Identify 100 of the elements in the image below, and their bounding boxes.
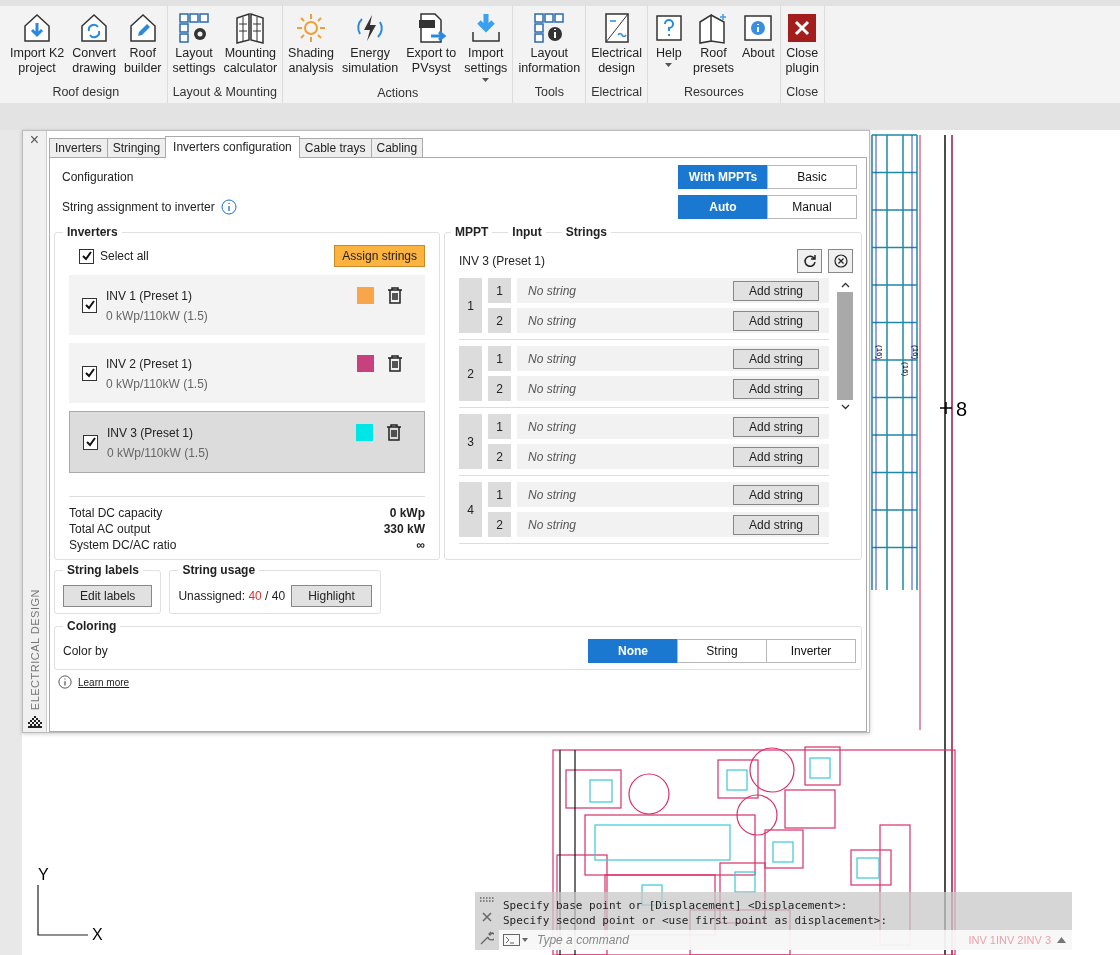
- input-number: 2: [488, 512, 511, 537]
- setting-label: String assignment to inverter: [62, 200, 215, 214]
- tab[interactable]: Cable trays: [298, 138, 372, 157]
- group-title: String labels: [63, 563, 144, 577]
- ribbon-button[interactable]: Mounting calculator: [220, 10, 281, 83]
- sun-icon: [295, 12, 328, 44]
- inverter-card[interactable]: INV 1 (Preset 1) 0 kWp/110kW (1.5): [69, 275, 425, 335]
- string-value: No string: [528, 283, 577, 298]
- axis-label: X: [92, 926, 103, 943]
- close-icon: [786, 12, 819, 44]
- unassigned-count: Unassigned: 40 / 40: [178, 589, 286, 603]
- input-number: 2: [488, 376, 511, 401]
- ribbon-button[interactable]: About: [738, 10, 778, 83]
- ribbon-button[interactable]: Shading analysis: [285, 10, 337, 84]
- wrench-icon[interactable]: [480, 931, 494, 946]
- total-label: Total DC capacity: [69, 505, 163, 521]
- column-header: MPPT: [451, 225, 493, 239]
- tab[interactable]: Cabling: [370, 138, 424, 157]
- color-swatch[interactable]: [357, 287, 374, 304]
- add-string-button[interactable]: Add string: [732, 416, 819, 437]
- inverter-card[interactable]: INV 3 (Preset 1) 0 kWp/110kW (1.5): [69, 411, 425, 473]
- chevron-up-icon[interactable]: [840, 282, 850, 288]
- ribbon-button[interactable]: Layout settings: [169, 10, 219, 83]
- close-icon[interactable]: [482, 912, 492, 922]
- grid-info-icon: [533, 12, 566, 44]
- color-swatch[interactable]: [356, 424, 373, 441]
- learn-more-link[interactable]: Learn more: [78, 676, 130, 688]
- string-value: No string: [528, 487, 577, 502]
- group-title: Coloring: [63, 619, 121, 633]
- inverter-capacity: 0 kWp/110kW (1.5): [106, 309, 209, 323]
- ribbon-button[interactable]: Close plugin: [782, 10, 822, 83]
- clear-button[interactable]: [828, 249, 853, 273]
- chevron-down-icon[interactable]: [840, 404, 850, 410]
- legend-label: INV 2: [995, 934, 1024, 946]
- add-string-button[interactable]: Add string: [732, 446, 819, 467]
- inverter-card[interactable]: INV 2 (Preset 1) 0 kWp/110kW (1.5): [69, 343, 425, 403]
- axis-label: Y: [38, 866, 49, 883]
- color-swatch[interactable]: [357, 355, 374, 372]
- ribbon-button[interactable]: Energy simulation: [338, 10, 402, 84]
- info-icon: [742, 12, 775, 44]
- refresh-button[interactable]: [797, 249, 822, 273]
- segment-option[interactable]: Basic: [767, 165, 857, 189]
- inverter-capacity: 0 kWp/110kW (1.5): [107, 446, 210, 460]
- expand-icon[interactable]: [1057, 937, 1066, 943]
- panel-title: ELECTRICAL DESIGN: [28, 588, 41, 710]
- total-label: Total AC output: [69, 521, 151, 537]
- input-number: 1: [488, 346, 511, 371]
- input-number: 2: [488, 444, 511, 469]
- close-button[interactable]: ×: [29, 133, 40, 147]
- segment-option[interactable]: String: [677, 639, 767, 663]
- refresh-icon: [802, 254, 817, 268]
- ribbon-button[interactable]: Electrical design: [588, 10, 645, 83]
- add-string-button[interactable]: Add string: [732, 280, 819, 301]
- add-string-button[interactable]: Add string: [732, 310, 819, 331]
- inverter-name: INV 1 (Preset 1): [106, 289, 194, 303]
- ribbon-button[interactable]: Export to PVsyst: [403, 10, 460, 84]
- checkbox[interactable]: [82, 365, 97, 381]
- inverter-name: INV 2 (Preset 1): [106, 357, 194, 371]
- group-label: Resources: [682, 84, 745, 101]
- command-history-line: Specify second point or <use first point as displacement>:: [503, 913, 889, 928]
- ribbon-button[interactable]: Help: [649, 10, 688, 83]
- group-label: Tools: [533, 84, 565, 101]
- tab[interactable]: Stringing: [106, 138, 167, 157]
- trash-icon[interactable]: [386, 424, 402, 441]
- ribbon-button[interactable]: Roof builder: [120, 10, 165, 83]
- total-value: ∞: [416, 537, 425, 553]
- edit-labels-button[interactable]: Edit labels: [63, 585, 153, 607]
- segment-option[interactable]: Manual: [767, 195, 857, 219]
- checkbox[interactable]: [83, 434, 98, 450]
- add-string-button[interactable]: Add string: [732, 378, 819, 399]
- inverter-name: INV 3 (Preset 1): [107, 426, 195, 440]
- group-label: Roof design: [51, 84, 121, 101]
- assign-strings-button[interactable]: Assign strings: [334, 245, 425, 267]
- add-string-button[interactable]: Add string: [732, 514, 819, 535]
- trash-icon[interactable]: [387, 355, 403, 372]
- tab[interactable]: Inverters configuration: [165, 136, 300, 158]
- checkbox[interactable]: [79, 248, 94, 264]
- ribbon-button[interactable]: Roof presets: [689, 10, 737, 83]
- highlight-button[interactable]: Highlight: [291, 585, 372, 607]
- trash-icon[interactable]: [387, 287, 403, 304]
- ribbon-button[interactable]: Import settings: [461, 10, 511, 84]
- ribbon-button[interactable]: Layout information: [515, 10, 584, 83]
- ribbon-button[interactable]: Import K2 project: [7, 10, 68, 83]
- segment-option[interactable]: Inverter: [766, 639, 856, 663]
- add-string-button[interactable]: Add string: [732, 348, 819, 369]
- segment-option[interactable]: None: [588, 639, 678, 663]
- legend-label: INV 3: [1023, 934, 1051, 946]
- total-value: 0 kWp: [389, 505, 425, 521]
- ribbon-button[interactable]: Convert drawing: [69, 10, 119, 83]
- tab[interactable]: Inverters: [49, 138, 108, 157]
- add-string-button[interactable]: Add string: [732, 484, 819, 505]
- input-number: 1: [488, 482, 511, 507]
- segment-option[interactable]: With MPPTs: [678, 165, 768, 189]
- checkbox[interactable]: [82, 297, 97, 313]
- group-label: Actions: [376, 85, 420, 102]
- command-input[interactable]: Type a command: [535, 932, 963, 948]
- drawing-label: 8: [956, 398, 968, 420]
- group-label: Close: [785, 84, 820, 101]
- segment-option[interactable]: Auto: [678, 195, 768, 219]
- legend-label: INV 1: [968, 934, 996, 946]
